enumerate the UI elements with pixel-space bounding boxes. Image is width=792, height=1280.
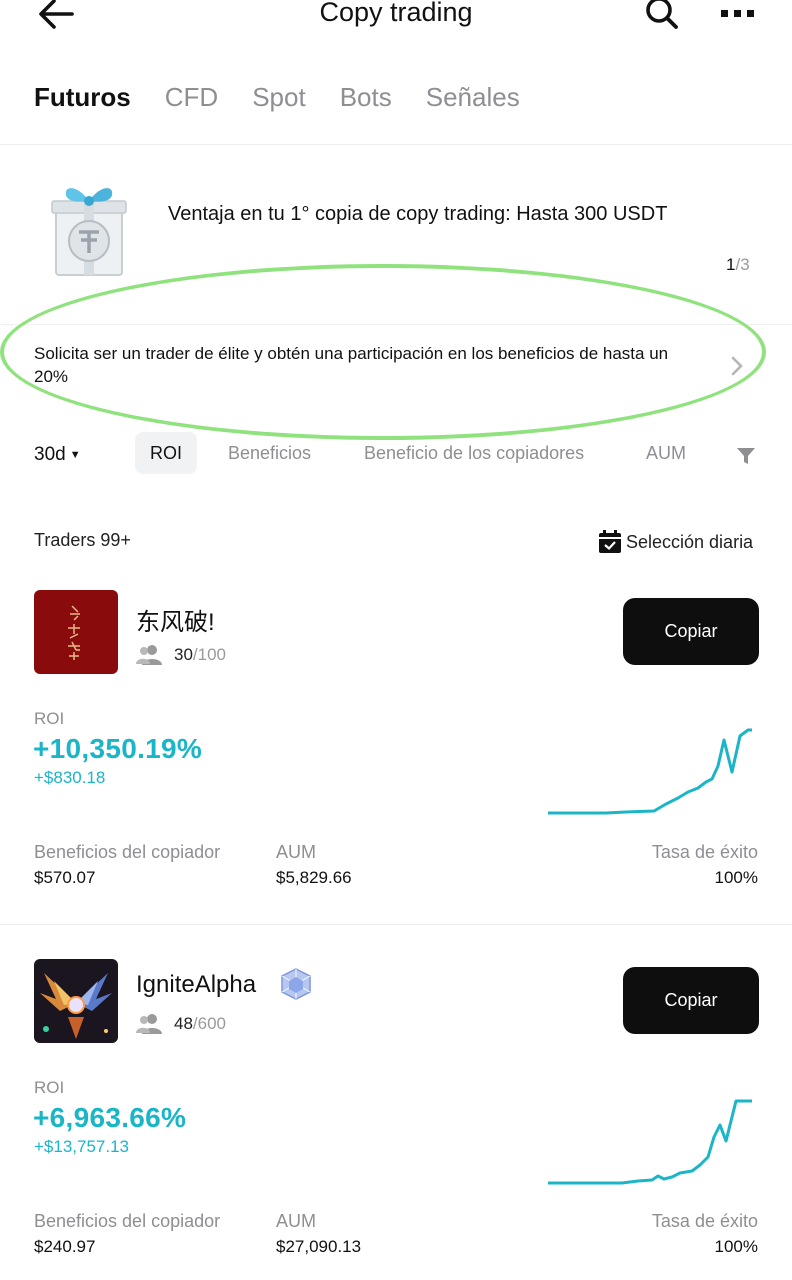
sort-copier-profit[interactable]: Beneficio de los copiadores [364,432,584,474]
promo-pager: 1/3 [726,255,750,275]
win-rate-label: Tasa de éxito [651,1211,758,1231]
chevron-right-icon[interactable] [730,355,744,383]
copiers-max: /600 [192,1014,227,1033]
gift-box-icon [50,181,128,277]
copy-button[interactable]: Copiar [623,967,759,1034]
roi-amount: +$830.18 [34,768,106,787]
trader-name[interactable]: 东风破! [136,602,215,637]
copier-profit-label: Beneficios del copiador [34,1211,221,1231]
promo-text: Ventaja en tu 1° copia de copy trading: … [168,203,668,225]
elite-badge-icon [276,967,316,1001]
roi-label: ROI [34,1078,65,1097]
trader-name[interactable]: IgniteAlpha [136,971,256,999]
period-select[interactable]: 30d ▼ [34,444,81,466]
tab-senales[interactable]: Señales [426,80,520,120]
sort-beneficios[interactable]: Beneficios [228,432,311,474]
top-bar: Copy trading [0,0,792,40]
aum-value: $27,090.13 [276,1237,362,1256]
users-icon [136,1014,162,1034]
aum-label: AUM [276,1211,316,1231]
sort-filters: 30d ▼ ROI Beneficios Beneficio de los cop… [0,432,792,476]
win-rate-value: 100% [714,1237,758,1256]
copiers-count: 48/600 [136,1013,226,1035]
calendar-check-icon [599,530,621,553]
caret-down-icon: ▼ [69,448,81,461]
divider [0,924,792,925]
roi-label: ROI [34,709,65,728]
divider [0,144,792,145]
daily-selection-label: Selección diaria [626,531,754,552]
aum-label: AUM [276,842,316,862]
win-rate-label: Tasa de éxito [651,842,758,862]
sort-aum[interactable]: AUM [646,432,686,474]
avatar[interactable] [34,590,118,674]
search-icon[interactable] [644,0,680,32]
roi-value: +10,350.19% [33,733,203,764]
roi-sparkline [548,728,752,815]
daily-selection[interactable]: Selección diaria [598,529,753,555]
copiers-current: 48 [174,1014,193,1033]
pager-total: /3 [735,255,750,274]
roi-sparkline [548,1099,752,1185]
promo-banner[interactable]: Ventaja en tu 1° copia de copy trading: … [0,175,792,285]
copiers-count: 30/100 [136,644,226,666]
copier-profit-label: Beneficios del copiador [34,842,221,862]
filter-funnel-icon[interactable] [736,446,756,466]
market-tabs: Futuros CFD Spot Bots Señales [34,80,554,120]
copiers-current: 30 [174,645,193,664]
roi-amount: +$13,757.13 [34,1137,130,1156]
trader-card[interactable]: IgniteAlpha 48/600 Copiar ROI +6,963.66%… [0,959,792,1280]
copy-button[interactable]: Copiar [623,598,759,665]
aum-value: $5,829.66 [276,868,352,887]
avatar[interactable] [34,959,118,1043]
divider [0,324,792,325]
tab-spot[interactable]: Spot [252,80,306,120]
tab-futuros[interactable]: Futuros [34,80,131,120]
win-rate-value: 100% [714,868,758,887]
copier-profit-value: $240.97 [34,1237,96,1256]
roi-value: +6,963.66% [33,1102,187,1133]
period-value: 30d [34,444,66,465]
users-icon [136,645,162,665]
trader-card[interactable]: 东风破! 30/100 Copiar ROI +10,350.19% +$830… [0,590,792,930]
copier-profit-value: $570.07 [34,868,96,887]
more-options-icon[interactable] [718,0,758,28]
copiers-max: /100 [192,645,227,664]
tab-cfd[interactable]: CFD [165,80,218,120]
elite-trader-banner[interactable]: Solicita ser un trader de élite y obtén … [34,342,694,388]
sort-roi[interactable]: ROI [135,432,198,474]
tab-bots[interactable]: Bots [340,80,392,120]
traders-count: Traders 99+ [34,530,131,550]
